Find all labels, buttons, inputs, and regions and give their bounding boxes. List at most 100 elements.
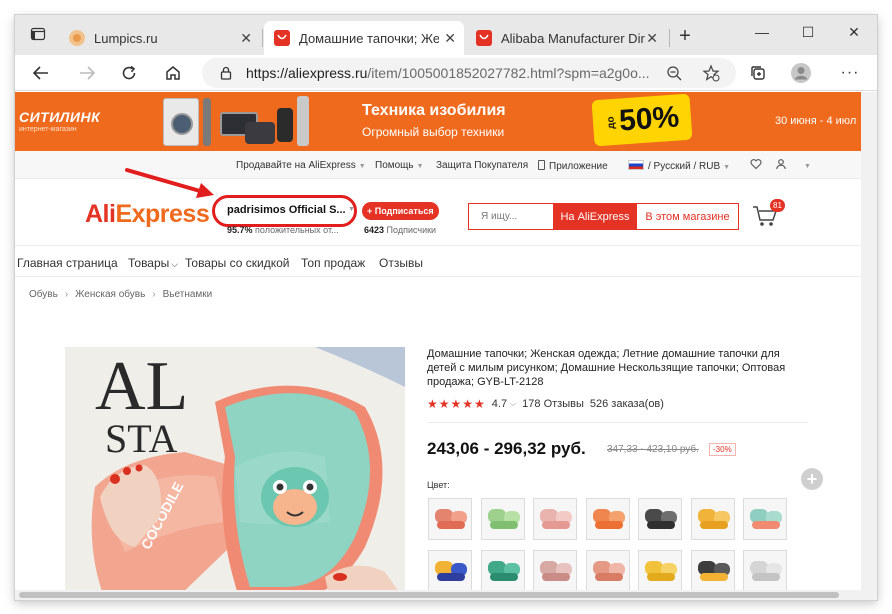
breadcrumb: Обувь › Женская обувь › Вьетнамки <box>29 289 212 300</box>
buyer-protection-link[interactable]: Защита Покупателя <box>436 160 528 171</box>
color-swatch[interactable] <box>533 550 577 592</box>
discount-sticker: до 50% <box>591 93 693 147</box>
store-name-link[interactable]: padrisimos Official S... <box>227 204 346 216</box>
tab-alibaba[interactable]: Alibaba Manufacturer Dir ✕ <box>466 21 666 55</box>
search-aliexpress-button[interactable]: На AliExpress <box>553 204 637 229</box>
chevron-right-icon: › <box>64 289 69 300</box>
close-tab-icon[interactable]: ✕ <box>444 30 456 47</box>
color-swatch[interactable] <box>428 498 472 540</box>
aliexpress-favicon-icon <box>274 30 290 46</box>
account-icon[interactable] <box>775 158 787 173</box>
more-menu-icon[interactable]: ··· <box>836 60 864 86</box>
tab-aliexpress-item[interactable]: Домашние тапочки; Жен ✕ <box>264 21 464 55</box>
color-swatch[interactable] <box>743 498 787 540</box>
back-button[interactable] <box>27 60 55 86</box>
profile-avatar[interactable] <box>787 60 815 86</box>
store-nav-top-sales[interactable]: Топ продаж <box>301 256 365 270</box>
store-nav-reviews[interactable]: Отзывы <box>379 256 423 270</box>
tab-bar: Lumpics.ru ✕ Домашние тапочки; Жен ✕ Ali… <box>15 15 877 55</box>
product-title: Домашние тапочки; Женская одежда; Летние… <box>427 348 786 388</box>
search-input[interactable] <box>469 204 553 229</box>
color-swatch[interactable] <box>743 550 787 592</box>
star-rating-icon[interactable]: ★★★★★ <box>427 397 486 411</box>
chevron-down-icon[interactable]: ▼ <box>801 160 811 171</box>
breadcrumb-item[interactable]: Вьетнамки <box>163 289 213 300</box>
reviews-link[interactable]: 178 Отзывы <box>522 398 584 410</box>
url-text[interactable]: https://aliexpress.ru/item/1005001852027… <box>246 65 650 81</box>
washing-machine-icon <box>163 98 199 146</box>
wishlist-icon[interactable] <box>750 158 762 173</box>
chevron-down-icon[interactable]: ▼ <box>348 206 355 213</box>
browser-toolbar: https://aliexpress.ru/item/1005001852027… <box>15 55 877 91</box>
color-swatch[interactable] <box>638 498 682 540</box>
top-nav: Продавайте на AliExpress ▼ Помощь ▼ Защита… <box>15 151 861 179</box>
minimize-button[interactable]: ― <box>739 15 785 49</box>
store-nav-products[interactable]: Товары ⌵ <box>128 256 178 270</box>
color-swatch[interactable] <box>585 498 630 540</box>
citilink-logo-sub: интернет-магазин <box>19 126 77 133</box>
color-swatch[interactable] <box>690 550 735 592</box>
color-swatch[interactable] <box>638 550 682 592</box>
tab-actions-icon[interactable] <box>24 21 52 47</box>
chevron-right-icon: › <box>152 289 156 300</box>
store-rating: 95.7% положительных от... <box>227 225 339 235</box>
aliexpress-favicon-icon <box>476 30 492 46</box>
store-nav-sale[interactable]: Товары со скидкой <box>185 256 289 270</box>
reload-button[interactable] <box>115 60 143 86</box>
tab-lumpics[interactable]: Lumpics.ru ✕ <box>59 21 260 55</box>
product-main-image[interactable]: AL STA COCODILE <box>65 347 405 600</box>
russia-flag-icon <box>628 160 644 170</box>
stick-vacuum-icon <box>297 96 309 146</box>
banner-title: Техника изобилия <box>362 102 506 119</box>
tab-title: Alibaba Manufacturer Dir <box>501 30 645 46</box>
collections-icon[interactable] <box>744 60 772 86</box>
horizontal-scrollbar[interactable] <box>15 590 861 600</box>
phone-icon <box>277 108 293 142</box>
aliexpress-logo[interactable]: AliExpress <box>85 200 210 229</box>
app-link[interactable]: Приложение <box>538 160 608 172</box>
web-page: СИТИЛИНК интернет-магазин Техника изобил… <box>15 92 877 600</box>
breadcrumb-item[interactable]: Обувь <box>29 289 58 300</box>
add-icon[interactable]: + <box>801 468 823 490</box>
color-swatch[interactable] <box>690 498 735 540</box>
followers-count: 6423 Подписчики <box>364 225 437 235</box>
tab-title: Домашние тапочки; Жен <box>299 30 439 46</box>
help-link[interactable]: Помощь ▼ <box>375 160 424 171</box>
forward-button[interactable] <box>73 60 101 86</box>
color-swatch[interactable] <box>428 550 472 592</box>
tab-title: Lumpics.ru <box>94 30 158 46</box>
lock-icon[interactable] <box>219 66 233 83</box>
scrollbar-thumb[interactable] <box>19 592 839 598</box>
vertical-scrollbar[interactable] <box>861 92 877 600</box>
chevron-down-icon[interactable]: ⌵ <box>510 399 516 409</box>
color-swatch[interactable] <box>480 550 525 592</box>
breadcrumb-item[interactable]: Женская обувь <box>75 289 145 300</box>
promo-banner[interactable]: СИТИЛИНК интернет-магазин Техника изобил… <box>15 92 861 151</box>
sell-on-aliexpress-link[interactable]: Продавайте на AliExpress ▼ <box>236 160 366 171</box>
cart-count-badge: 81 <box>770 199 785 212</box>
orders-count: 526 заказа(ов) <box>589 398 664 410</box>
add-favorite-icon[interactable] <box>702 64 720 85</box>
close-window-button[interactable]: ✕ <box>831 15 877 49</box>
store-nav-home[interactable]: Главная страница <box>17 256 118 270</box>
store-nav: Главная страница Товары ⌵ Товары со скидк… <box>15 247 861 277</box>
color-swatch[interactable] <box>480 498 525 540</box>
follow-store-button[interactable]: + Подписаться <box>362 202 439 220</box>
rating-value[interactable]: 4.7 <box>492 398 507 410</box>
search-store-button[interactable]: В этом магазине <box>637 204 738 229</box>
close-tab-icon[interactable]: ✕ <box>240 30 252 47</box>
browser-window: Lumpics.ru ✕ Домашние тапочки; Жен ✕ Ali… <box>15 15 877 600</box>
locale-selector[interactable]: / Русский / RUB ▼ <box>628 160 730 172</box>
chevron-down-icon: ⌵ <box>171 259 179 269</box>
home-button[interactable] <box>159 60 187 86</box>
divider <box>427 422 807 423</box>
new-tab-button[interactable]: + <box>671 23 699 49</box>
maximize-button[interactable]: ☐ <box>785 15 831 49</box>
lumpics-favicon-icon <box>69 30 85 46</box>
banner-subtitle: Огромный выбор техники <box>362 125 505 139</box>
zoom-icon[interactable] <box>666 65 682 84</box>
color-swatch[interactable] <box>585 550 630 592</box>
close-tab-icon[interactable]: ✕ <box>646 30 658 47</box>
color-swatch[interactable] <box>533 498 577 540</box>
address-bar[interactable]: https://aliexpress.ru/item/1005001852027… <box>202 58 736 88</box>
